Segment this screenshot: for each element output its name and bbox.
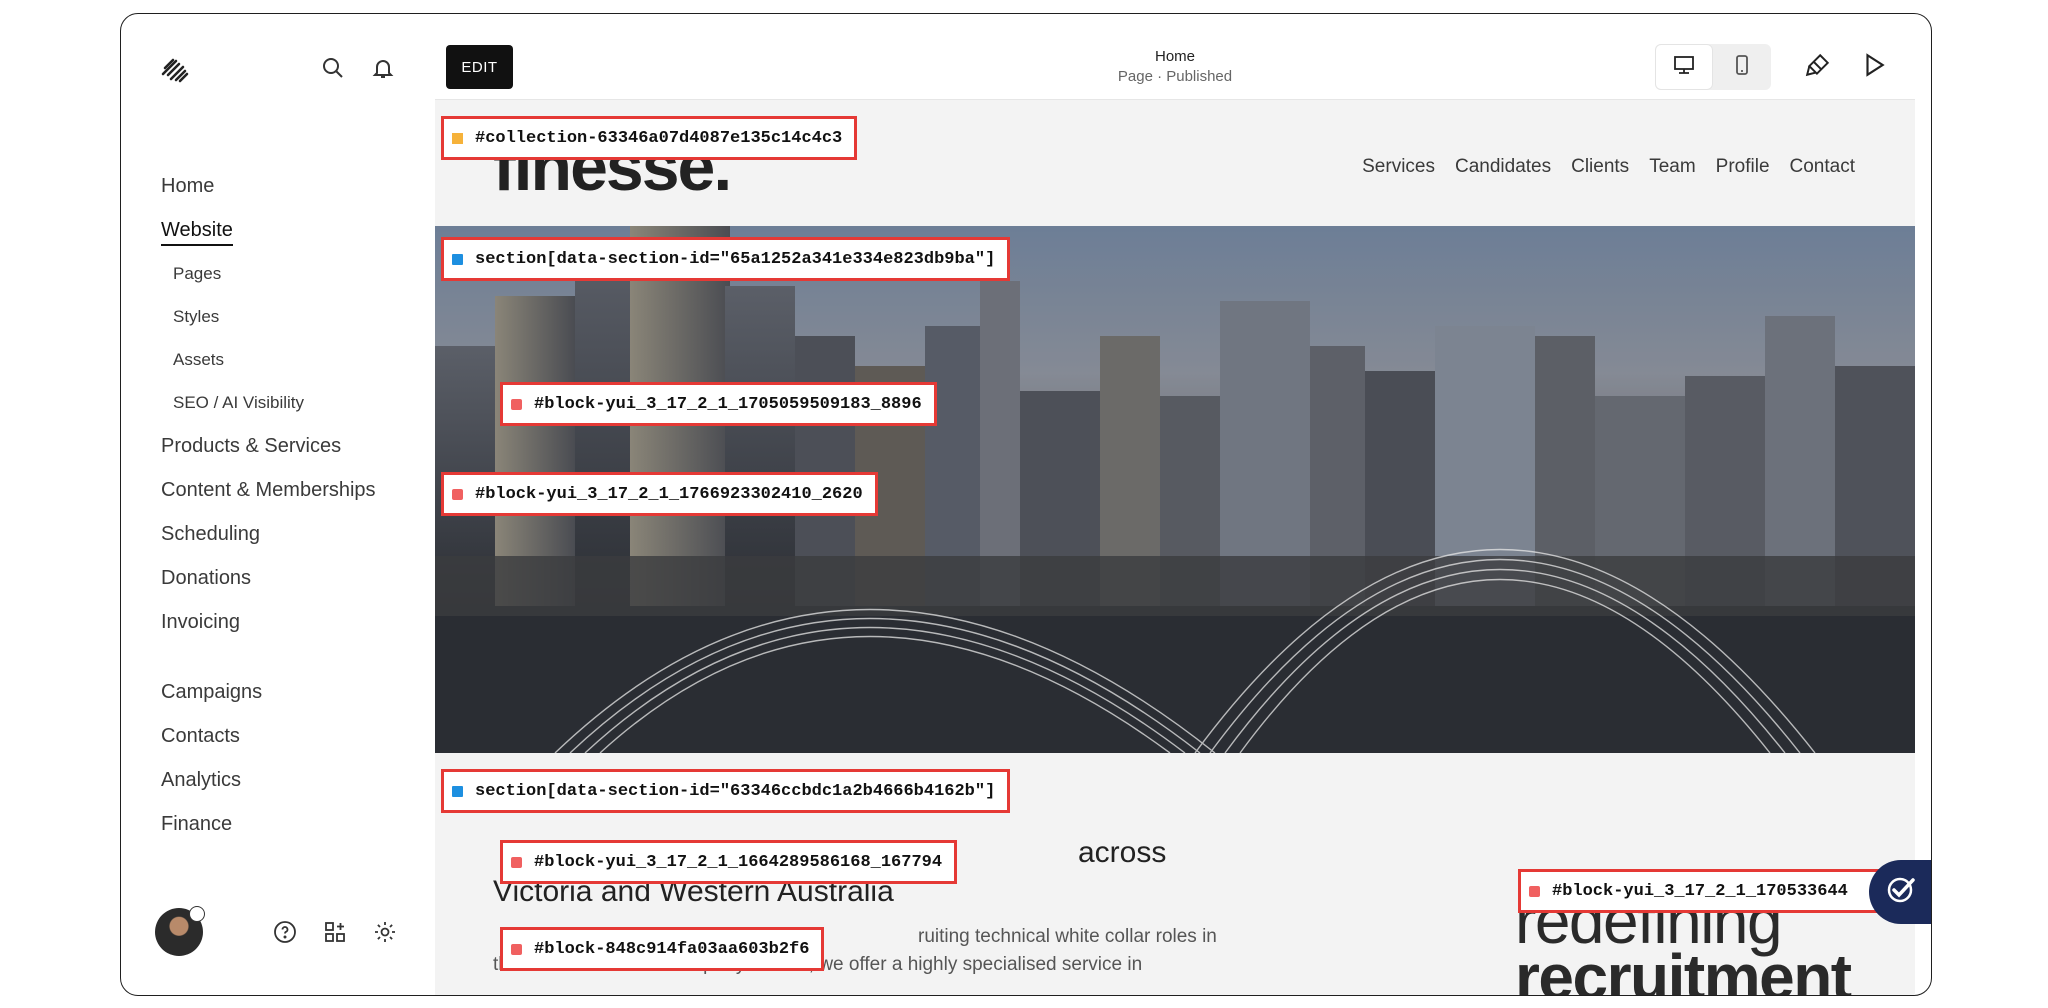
design-button[interactable] <box>1797 46 1839 88</box>
site-nav-contact[interactable]: Contact <box>1790 156 1855 178</box>
sidebar-item-finance[interactable]: Finance <box>161 802 376 846</box>
block-icon <box>511 398 522 410</box>
selector-text: section[data-section-id="65a1252a341e334… <box>475 249 996 269</box>
squarespace-logo-icon[interactable] <box>159 54 191 86</box>
avatar[interactable] <box>155 906 205 956</box>
selector-text: #block-yui_3_17_2_1_1705059509183_8896 <box>534 394 922 414</box>
site-nav-candidates[interactable]: Candidates <box>1455 156 1551 178</box>
gear-icon[interactable] <box>371 918 399 946</box>
selector-label-block-1[interactable]: #block-yui_3_17_2_1_1705059509183_8896 <box>500 382 937 426</box>
editor-main: EDIT Home Page · Published finesse. Serv… <box>435 32 1915 996</box>
selector-label-block-5[interactable]: #block-yui_3_17_2_1_170533644 <box>1518 869 1915 913</box>
selector-text: #block-yui_3_17_2_1_170533644 <box>1552 881 1848 901</box>
section-icon <box>452 785 463 797</box>
site-nav-clients[interactable]: Clients <box>1571 156 1629 178</box>
sidebar-item-donations[interactable]: Donations <box>161 556 376 600</box>
sidebar: Home Website Pages Styles Assets SEO / A… <box>121 14 421 995</box>
selector-text: #block-yui_3_17_2_1_1766923302410_2620 <box>475 484 863 504</box>
sidebar-item-pages[interactable]: Pages <box>161 252 376 295</box>
mobile-view-button[interactable] <box>1713 44 1771 90</box>
heading-line-1: across <box>1078 836 1167 869</box>
selector-label-section-content[interactable]: section[data-section-id="63346ccbdc1a2b4… <box>441 769 1011 813</box>
site-nav-team[interactable]: Team <box>1649 156 1695 178</box>
sidebar-item-contacts[interactable]: Contacts <box>161 714 376 758</box>
sidebar-item-campaigns[interactable]: Campaigns <box>161 670 376 714</box>
selector-label-collection[interactable]: #collection-63346a07d4087e135c14c4c3 <box>441 116 858 160</box>
selector-text: #block-848c914fa03aa603b2f6 <box>534 939 810 959</box>
bell-icon[interactable] <box>369 54 397 82</box>
desktop-view-button[interactable] <box>1655 44 1713 90</box>
sidebar-item-scheduling[interactable]: Scheduling <box>161 512 376 556</box>
editor-toolbar: EDIT Home Page · Published <box>435 32 1915 100</box>
selector-text: section[data-section-id="63346ccbdc1a2b4… <box>475 781 996 801</box>
paintbrush-icon <box>1805 52 1831 83</box>
floating-check-button[interactable] <box>1869 860 1931 924</box>
sidebar-item-invoicing[interactable]: Invoicing <box>161 600 376 644</box>
site-nav-services[interactable]: Services <box>1362 156 1435 178</box>
block-icon <box>511 856 522 868</box>
search-icon[interactable] <box>319 54 347 82</box>
play-icon <box>1861 52 1887 83</box>
sidebar-item-products-services[interactable]: Products & Services <box>161 424 376 468</box>
apps-icon[interactable] <box>321 918 349 946</box>
sidebar-item-website[interactable]: Website <box>161 208 376 252</box>
tagline-line-2: recruitment <box>1515 941 1852 996</box>
site-nav-profile[interactable]: Profile <box>1716 156 1770 178</box>
block-icon <box>452 488 463 500</box>
device-toggle <box>1655 44 1771 90</box>
collection-icon <box>452 132 463 144</box>
selector-label-block-4[interactable]: #block-848c914fa03aa603b2f6 <box>500 927 825 971</box>
selector-label-section-hero[interactable]: section[data-section-id="65a1252a341e334… <box>441 237 1011 281</box>
sidebar-item-content-memberships[interactable]: Content & Memberships <box>161 468 376 512</box>
site-nav: Services Candidates Clients Team Profile… <box>1362 156 1855 178</box>
selector-label-block-2[interactable]: #block-yui_3_17_2_1_1766923302410_2620 <box>441 472 878 516</box>
mobile-icon <box>1730 53 1754 82</box>
sidebar-item-analytics[interactable]: Analytics <box>161 758 376 802</box>
sidebar-item-home[interactable]: Home <box>161 164 376 208</box>
section-icon <box>452 253 463 265</box>
sidebar-item-seo[interactable]: SEO / AI Visibility <box>161 381 376 424</box>
sidebar-nav: Home Website Pages Styles Assets SEO / A… <box>161 164 376 846</box>
selector-text: #collection-63346a07d4087e135c14c4c3 <box>475 128 843 148</box>
sidebar-item-assets[interactable]: Assets <box>161 338 376 381</box>
sidebar-item-styles[interactable]: Styles <box>161 295 376 338</box>
help-icon[interactable] <box>271 918 299 946</box>
desktop-icon <box>1672 53 1696 82</box>
preview-button[interactable] <box>1853 46 1895 88</box>
app-window: Home Website Pages Styles Assets SEO / A… <box>120 13 1932 996</box>
avatar-badge <box>189 906 205 922</box>
block-icon <box>511 943 522 955</box>
selector-label-block-3[interactable]: #block-yui_3_17_2_1_1664289586168_167794 <box>500 840 958 884</box>
checkmark-icon <box>1883 872 1919 913</box>
selector-text: #block-yui_3_17_2_1_1664289586168_167794 <box>534 852 943 872</box>
block-icon <box>1529 885 1540 897</box>
